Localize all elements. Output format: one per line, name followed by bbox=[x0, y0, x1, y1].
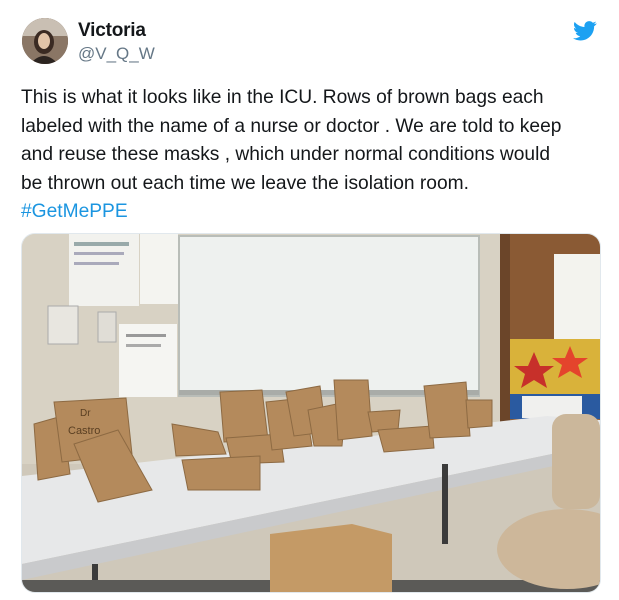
bag-label: Castro bbox=[68, 425, 100, 437]
twitter-bird-icon[interactable] bbox=[573, 21, 597, 41]
tweet-text-line: labeled with the name of a nurse or doct… bbox=[21, 115, 562, 137]
tweet-text-line: This is what it looks like in the ICU. R… bbox=[21, 87, 544, 108]
icu-bags-photo: Dr Castro bbox=[22, 234, 600, 592]
profile-photo-icon bbox=[22, 18, 68, 64]
display-name[interactable]: Victoria bbox=[78, 20, 146, 42]
tweet-text-line: and reuse these masks , which under norm… bbox=[21, 144, 551, 165]
tweet-card: Victoria @V_Q_W This is what it looks li… bbox=[0, 0, 619, 600]
user-handle[interactable]: @V_Q_W bbox=[78, 44, 155, 64]
tweet-text-line: be thrown out each time we leave the iso… bbox=[21, 172, 469, 194]
avatar[interactable] bbox=[22, 18, 68, 64]
hashtag-link[interactable]: #GetMePPE bbox=[21, 198, 601, 227]
bag-label: Dr bbox=[80, 408, 91, 419]
tweet-text: This is what it looks like in the ICU. R… bbox=[21, 84, 601, 227]
tweet-photo[interactable]: Dr Castro bbox=[21, 233, 601, 593]
